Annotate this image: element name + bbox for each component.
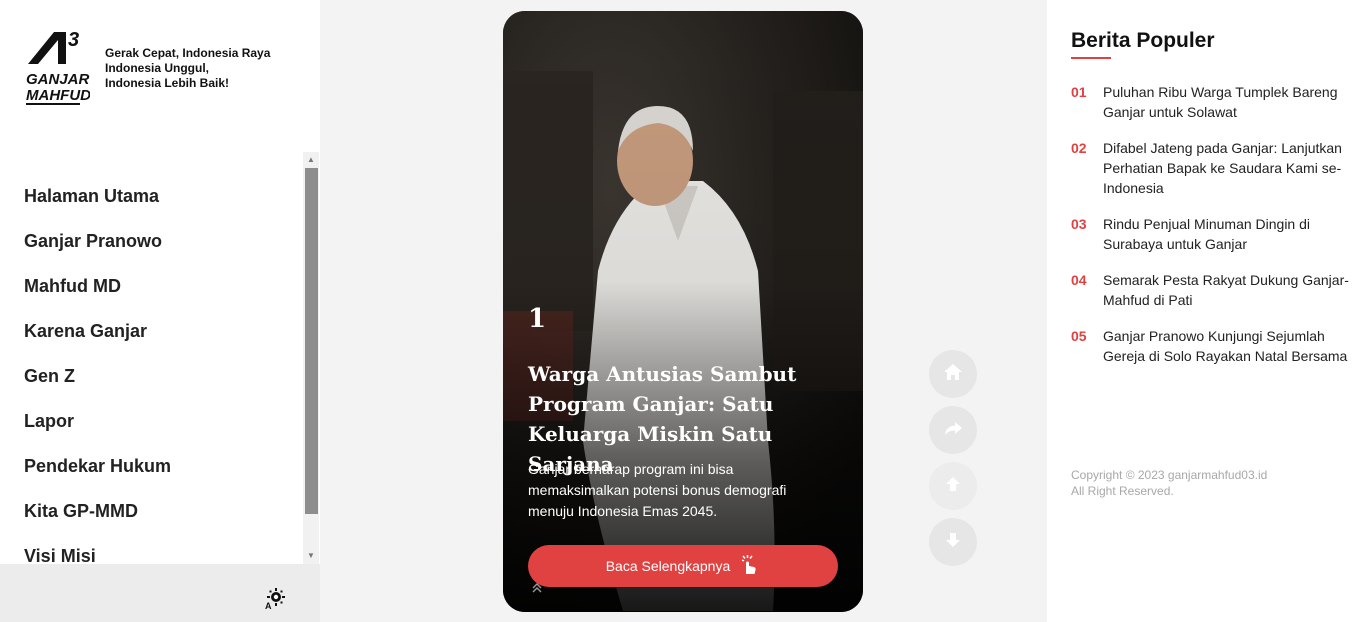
main-nav: Halaman Utama Ganjar Pranowo Mahfud MD K… — [0, 152, 303, 564]
popular-news-title: Berita Populer — [1071, 29, 1215, 52]
double-chevron-up-icon — [532, 582, 542, 597]
tagline-line: Indonesia Unggul, — [105, 61, 209, 75]
sidebar-footer: A — [0, 564, 320, 622]
svg-text:MAHFUD: MAHFUD — [26, 87, 90, 104]
popular-news-item[interactable]: 04 Semarak Pesta Rakyat Dukung Ganjar-Ma… — [1071, 270, 1351, 310]
rights-text: All Right Reserved. — [1071, 484, 1174, 498]
share-icon — [942, 417, 964, 444]
popular-news-rank: 04 — [1071, 272, 1087, 288]
next-story-button[interactable] — [929, 518, 977, 566]
brightness-auto-icon[interactable]: A — [263, 586, 287, 611]
popular-news-rank: 01 — [1071, 84, 1087, 100]
popular-news-headline[interactable]: Puluhan Ribu Warga Tumplek Bareng Ganjar… — [1103, 82, 1351, 122]
previous-story-button[interactable] — [929, 462, 977, 510]
svg-text:3: 3 — [68, 29, 79, 51]
nav-item-karena-ganjar[interactable]: Karena Ganjar — [0, 309, 303, 354]
popular-news-panel: Berita Populer 01 Puluhan Ribu Warga Tum… — [1047, 0, 1360, 622]
home-icon — [942, 361, 964, 388]
scrollbar-thumb[interactable] — [305, 168, 318, 514]
popular-news-headline[interactable]: Difabel Jateng pada Ganjar: Lanjutkan Pe… — [1103, 138, 1351, 198]
popular-news-item[interactable]: 01 Puluhan Ribu Warga Tumplek Bareng Gan… — [1071, 82, 1351, 122]
arrow-down-icon — [942, 529, 964, 556]
nav-item-ganjar-pranowo[interactable]: Ganjar Pranowo — [0, 219, 303, 264]
nav-item-gen-z[interactable]: Gen Z — [0, 354, 303, 399]
nav-item-pendekar-hukum[interactable]: Pendekar Hukum — [0, 444, 303, 489]
sidebar: 3 GANJAR MAHFUD Gerak Cepat, Indonesia R… — [0, 0, 320, 622]
home-button[interactable] — [929, 350, 977, 398]
brand-tagline: Gerak Cepat, Indonesia Raya Indonesia Un… — [105, 46, 270, 91]
tap-hand-icon — [738, 554, 760, 579]
popular-news-item[interactable]: 05 Ganjar Pranowo Kunjungi Sejumlah Gere… — [1071, 326, 1351, 366]
story-number: 1 — [528, 304, 547, 334]
read-more-button[interactable]: Baca Selengkapnya — [528, 545, 838, 587]
nav-item-kita-gp-mmd[interactable]: Kita GP-MMD — [0, 489, 303, 534]
popular-news-rank: 05 — [1071, 328, 1087, 344]
popular-news-headline[interactable]: Rindu Penjual Minuman Dingin di Surabaya… — [1103, 214, 1351, 254]
popular-news-rank: 03 — [1071, 216, 1087, 232]
svg-text:A: A — [265, 601, 272, 610]
popular-news-rank: 02 — [1071, 140, 1087, 156]
share-button[interactable] — [929, 406, 977, 454]
read-more-label: Baca Selengkapnya — [605, 558, 731, 574]
svg-text:GANJAR: GANJAR — [26, 71, 90, 88]
nav-item-lapor[interactable]: Lapor — [0, 399, 303, 444]
nav-scrollbar[interactable]: ▲ ▼ — [303, 152, 319, 564]
copyright-text: Copyright © 2023 ganjarmahfud03.id — [1071, 468, 1268, 482]
nav-item-visi-misi[interactable]: Visi Misi — [0, 534, 303, 564]
tagline-line: Gerak Cepat, Indonesia Raya — [105, 46, 271, 60]
arrow-up-icon — [942, 473, 964, 500]
popular-news-list: 01 Puluhan Ribu Warga Tumplek Bareng Gan… — [1071, 82, 1351, 382]
nav-item-mahfud-md[interactable]: Mahfud MD — [0, 264, 303, 309]
scroll-down-arrow-icon[interactable]: ▼ — [303, 548, 319, 564]
nav-item-halaman-utama[interactable]: Halaman Utama — [0, 174, 303, 219]
title-underline — [1071, 57, 1111, 59]
tagline-line: Indonesia Lebih Baik! — [105, 76, 230, 90]
story-card[interactable]: 1 Warga Antusias Sambut Program Ganjar: … — [503, 11, 863, 612]
popular-news-headline[interactable]: Semarak Pesta Rakyat Dukung Ganjar-Mahfu… — [1103, 270, 1351, 310]
scroll-up-arrow-icon[interactable]: ▲ — [303, 152, 319, 168]
popular-news-item[interactable]: 02 Difabel Jateng pada Ganjar: Lanjutkan… — [1071, 138, 1351, 198]
popular-news-item[interactable]: 03 Rindu Penjual Minuman Dingin di Surab… — [1071, 214, 1351, 254]
ganjar-mahfud-logo[interactable]: 3 GANJAR MAHFUD — [24, 26, 91, 108]
popular-news-headline[interactable]: Ganjar Pranowo Kunjungi Sejumlah Gereja … — [1103, 326, 1351, 366]
story-description: Ganjar berharap program ini bisa memaksi… — [528, 461, 787, 519]
copyright: Copyright © 2023 ganjarmahfud03.id All R… — [1071, 467, 1267, 499]
